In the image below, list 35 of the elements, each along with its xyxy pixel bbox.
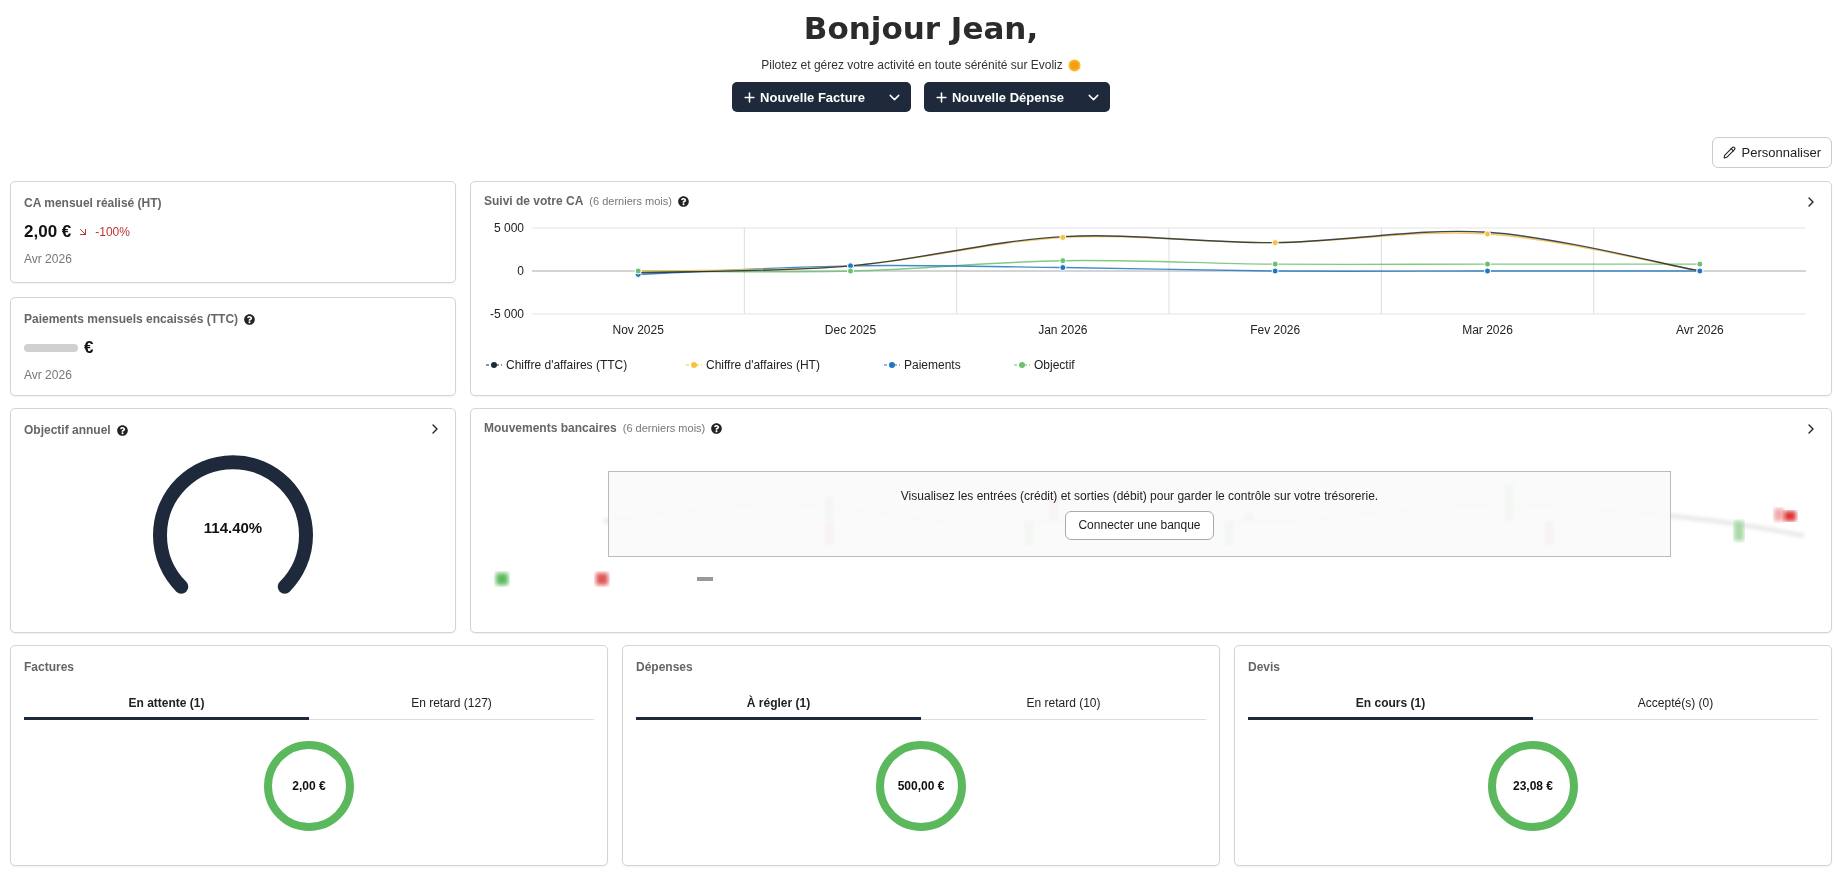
card-subtitle: (6 derniers mois) — [622, 422, 706, 434]
axis-label: -5 000 — [489, 307, 524, 321]
card-title: CA mensuel réalisé (HT) — [24, 196, 163, 210]
card-subtitle: (6 derniers mois) — [589, 195, 672, 207]
axis-label: Nov 2025 — [612, 323, 664, 337]
axis-label: Mar 2026 — [1462, 323, 1513, 337]
card-title: Suivi de votre CA — [484, 194, 584, 208]
currency-symbol: € — [84, 338, 94, 358]
amount-value: 23,08 € — [1512, 778, 1553, 793]
legend-label: Chiffre d'affaires (TTC) — [506, 358, 628, 372]
axis-label: Fev 2026 — [1250, 323, 1301, 337]
card-title: Factures — [24, 660, 76, 674]
legend-label: Chiffre d'affaires (HT) — [706, 358, 820, 372]
axis-label: 5 000 — [493, 221, 524, 235]
overlay-message: Visualisez les entrées (crédit) et sorties (débit) pour garder le contrôle sur votre trésorerie. — [900, 488, 1379, 503]
card-title: Dépenses — [636, 660, 694, 674]
subtitle: Pilotez et gérez votre activité en toute sérénité sur Evoliz — [761, 58, 1063, 72]
axis-label: Jan 2026 — [1038, 323, 1088, 337]
trend-text: -100% — [95, 225, 130, 239]
axis-label: Avr 2026 — [1675, 323, 1724, 337]
legend-label: Objectif — [1034, 358, 1075, 372]
period-label: Avr 2026 — [24, 252, 73, 266]
amount-value: 500,00 € — [897, 778, 945, 793]
amount-value: 2,00 € — [292, 778, 326, 793]
page-title: Bonjour Jean, — [803, 9, 1039, 48]
period-label: Avr 2026 — [24, 368, 73, 382]
card-title: Mouvements bancaires — [484, 421, 617, 435]
revenue-value: 2,00 € — [24, 222, 72, 242]
card-title: Objectif annuel — [24, 423, 111, 437]
card-title: Paiements mensuels encaissés (TTC) — [24, 312, 239, 326]
axis-label: 0 — [517, 264, 524, 278]
legend-label: Paiements — [904, 358, 961, 372]
axis-label: Dec 2025 — [824, 323, 877, 337]
gauge-value: 114.40% — [203, 519, 263, 536]
card-title: Devis — [1248, 660, 1282, 674]
